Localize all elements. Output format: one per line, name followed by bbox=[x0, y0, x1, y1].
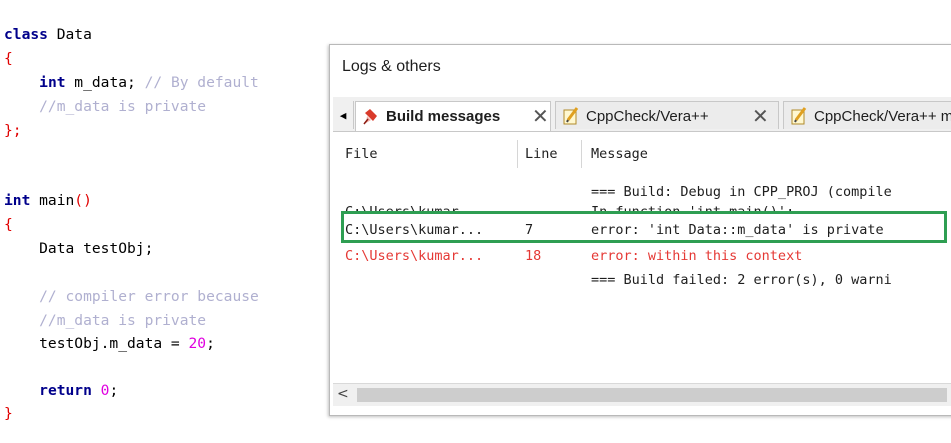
logs-panel: Logs & others ◀ Build messages ✕ CppChec… bbox=[329, 44, 951, 416]
tab-cppcheck-vera-messages[interactable]: CppCheck/Vera++ m bbox=[783, 101, 951, 129]
pencil-note-icon bbox=[562, 107, 580, 125]
code-token: }; bbox=[4, 122, 22, 139]
code-line[interactable]: class Data bbox=[4, 25, 92, 45]
tab-build-messages-close-icon[interactable]: ✕ bbox=[532, 104, 549, 128]
code-token: 20 bbox=[188, 335, 207, 352]
code-token: // By default bbox=[144, 74, 259, 91]
pushpin-icon bbox=[362, 107, 380, 125]
table-row[interactable]: C:\Users\kumar... 7 error: 'int Data::m_… bbox=[333, 220, 951, 240]
column-header-line[interactable]: Line bbox=[525, 146, 558, 162]
tab-build-messages-label: Build messages bbox=[386, 108, 501, 125]
column-divider[interactable] bbox=[581, 140, 582, 168]
row-file: C:\Users\kumar bbox=[345, 204, 459, 212]
table-row[interactable]: C:\Users\kumar... 18 error: within this … bbox=[333, 246, 951, 266]
code-token: Data bbox=[47, 26, 92, 43]
horizontal-scrollbar[interactable]: < bbox=[333, 383, 951, 406]
code-token: ; bbox=[206, 335, 215, 352]
code-line[interactable]: //m_data is private bbox=[4, 311, 206, 331]
code-token: class bbox=[4, 26, 48, 43]
row-message: === Build: Debug in CPP_PROJ (compile bbox=[591, 184, 892, 200]
code-token: // compiler error because bbox=[4, 288, 259, 305]
tab-cppcheck-vera[interactable]: CppCheck/Vera++ ✕ bbox=[555, 101, 779, 129]
row-message: In function 'int main()': bbox=[591, 204, 795, 212]
code-token: return bbox=[39, 382, 92, 399]
column-header-file[interactable]: File bbox=[345, 146, 378, 162]
code-token: //m_data is private bbox=[4, 312, 207, 329]
code-token: () bbox=[74, 192, 92, 209]
row-message: === Build failed: 2 error(s), 0 warni bbox=[591, 272, 892, 288]
code-line[interactable]: Data testObj; bbox=[4, 239, 153, 259]
code-line[interactable]: // compiler error because bbox=[4, 287, 259, 307]
code-line[interactable]: return 0; bbox=[4, 381, 118, 401]
tab-build-messages[interactable]: Build messages ✕ bbox=[355, 101, 551, 131]
code-line[interactable]: //m_data is private bbox=[4, 97, 206, 117]
code-token: Data testObj; bbox=[4, 240, 154, 257]
column-divider[interactable] bbox=[517, 140, 518, 168]
code-token: int bbox=[4, 192, 31, 209]
code-token: main bbox=[30, 192, 75, 209]
code-token: testObj.m_data = bbox=[4, 335, 189, 352]
code-token: } bbox=[4, 405, 13, 422]
scroll-left-arrow-icon[interactable]: < bbox=[337, 386, 349, 402]
row-line: 7 bbox=[525, 222, 534, 238]
panel-title: Logs & others bbox=[342, 58, 441, 75]
code-token: { bbox=[4, 216, 13, 233]
table-row[interactable]: C:\Users\kumar In function 'int main()': bbox=[333, 202, 951, 212]
scrollbar-thumb[interactable] bbox=[357, 388, 947, 402]
column-header-message[interactable]: Message bbox=[591, 146, 648, 162]
tab-bar: ◀ Build messages ✕ CppCheck/Vera++ ✕ Cpp… bbox=[333, 97, 951, 132]
row-file: C:\Users\kumar... bbox=[345, 248, 484, 264]
code-line[interactable]: { bbox=[4, 215, 13, 235]
pencil-note-icon bbox=[790, 107, 808, 125]
tab-cppcheck-vera-label: CppCheck/Vera++ bbox=[586, 108, 709, 125]
row-message: error: 'int Data::m_data' is private bbox=[591, 222, 884, 238]
code-token: m_data; bbox=[65, 74, 145, 91]
row-line: 18 bbox=[525, 248, 542, 264]
build-messages-table: File Line Message === Build: Debug in CP… bbox=[333, 132, 951, 382]
code-line[interactable]: testObj.m_data = 20; bbox=[4, 334, 215, 354]
row-message: error: within this context bbox=[591, 248, 803, 264]
code-line[interactable]: } bbox=[4, 404, 13, 424]
code-line[interactable]: { bbox=[4, 49, 13, 69]
tab-scroll-left-button[interactable]: ◀ bbox=[333, 101, 354, 129]
code-line[interactable]: int main() bbox=[4, 191, 92, 211]
code-token: int bbox=[39, 74, 66, 91]
tab-cppcheck-vera-close-icon[interactable]: ✕ bbox=[752, 104, 769, 128]
tab-cppcheck-vera-messages-label: CppCheck/Vera++ m bbox=[814, 108, 951, 125]
code-token: { bbox=[4, 50, 13, 67]
row-file: C:\Users\kumar... bbox=[345, 222, 484, 238]
table-row[interactable]: === Build failed: 2 error(s), 0 warni bbox=[333, 270, 951, 290]
table-row[interactable]: === Build: Debug in CPP_PROJ (compile bbox=[333, 182, 951, 202]
code-line[interactable]: }; bbox=[4, 121, 22, 141]
code-token: //m_data is private bbox=[4, 98, 207, 115]
code-line[interactable]: int m_data; // By default bbox=[4, 73, 259, 93]
code-token: ; bbox=[109, 382, 119, 399]
